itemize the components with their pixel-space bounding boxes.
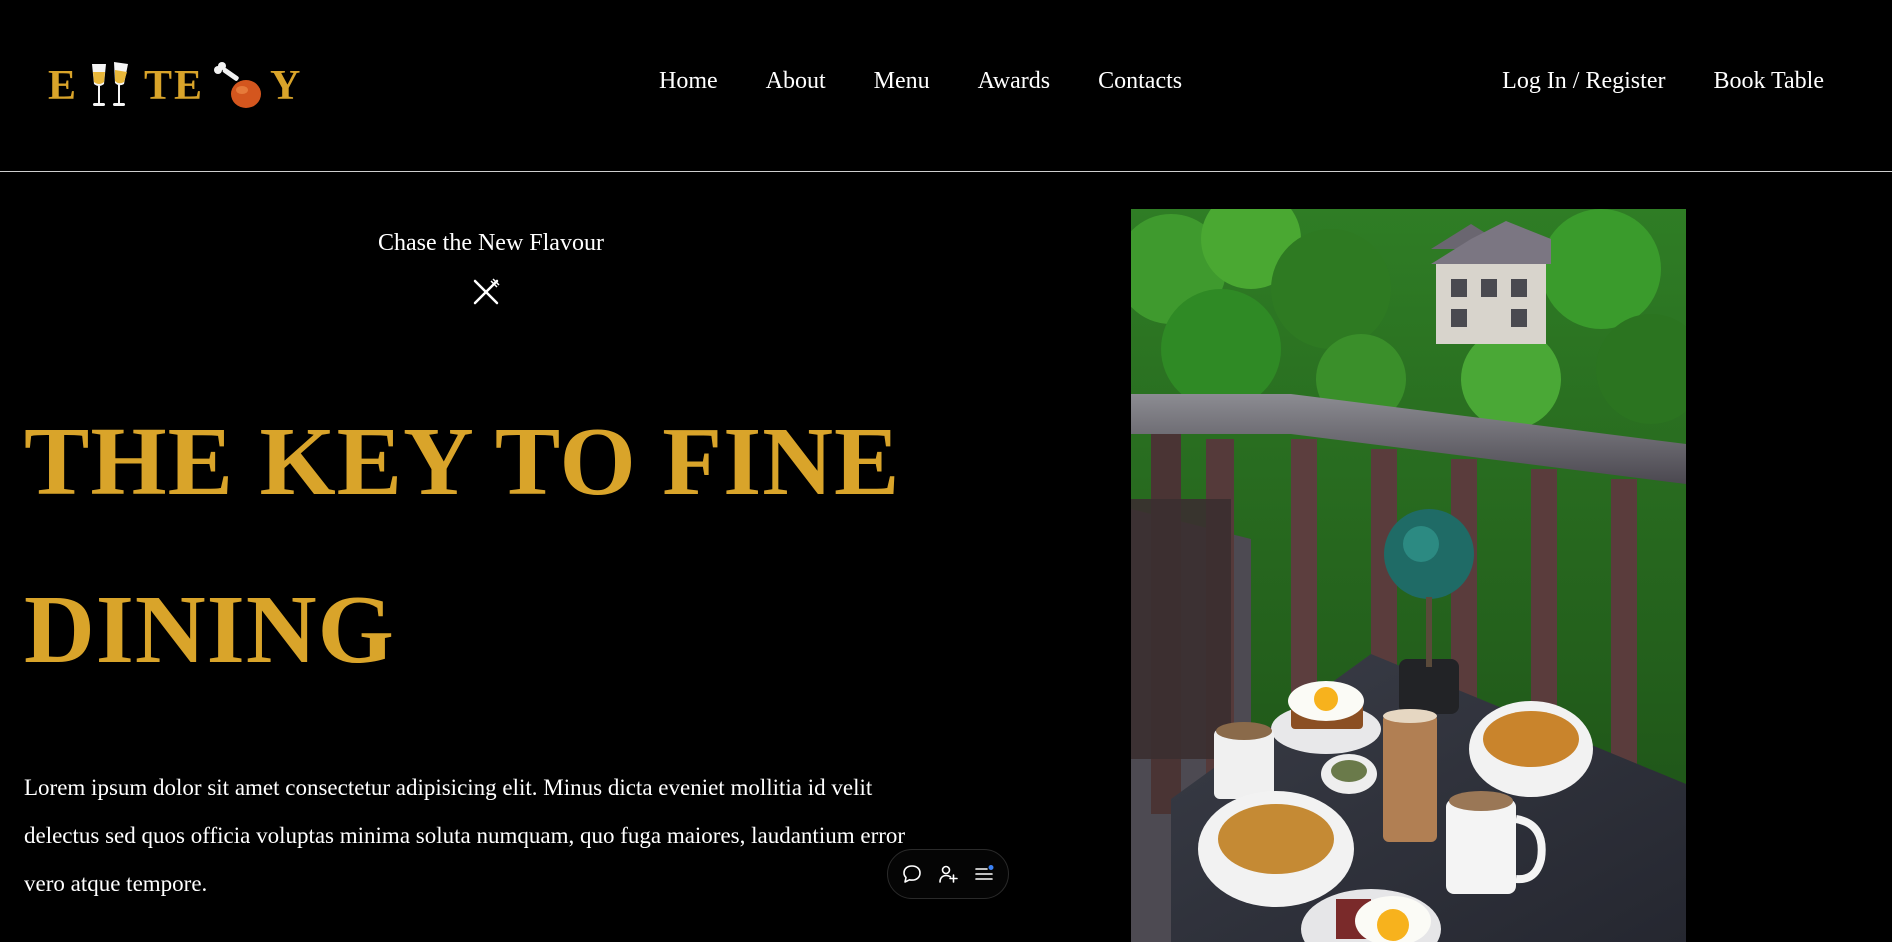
hero-description: Lorem ipsum dolor sit amet consectetur a… xyxy=(24,775,906,896)
logo-letter-y: Y xyxy=(270,63,303,109)
add-user-icon[interactable] xyxy=(936,862,960,886)
menu-notification-icon[interactable] xyxy=(972,862,996,886)
hero-photo-balcony-breakfast xyxy=(1131,209,1686,942)
nav-contacts[interactable]: Contacts xyxy=(1098,68,1182,95)
book-table-link[interactable]: Book Table xyxy=(1713,68,1824,95)
site-header: E TE Y Home About Menu Awards Contacts L… xyxy=(0,0,1892,172)
account-nav: Log In / Register Book Table xyxy=(1502,68,1824,95)
logo-letter-te: TE xyxy=(144,63,205,109)
cheers-glasses-icon xyxy=(88,58,134,114)
nav-about[interactable]: About xyxy=(766,68,826,95)
logo-letter-e: E xyxy=(48,63,79,109)
nav-menu[interactable]: Menu xyxy=(874,68,930,95)
nav-awards[interactable]: Awards xyxy=(978,68,1050,95)
hero-headline-line-2: DINING xyxy=(24,576,395,684)
nav-home[interactable]: Home xyxy=(659,68,718,95)
floating-toolbar xyxy=(887,849,1009,899)
hero-tagline: Chase the New Flavour xyxy=(378,230,604,256)
chat-icon[interactable] xyxy=(900,862,924,886)
chicken-drumstick-icon xyxy=(214,58,262,114)
main-nav: Home About Menu Awards Contacts xyxy=(659,68,1182,95)
login-register-link[interactable]: Log In / Register xyxy=(1502,68,1665,95)
brand-logo[interactable]: E TE Y xyxy=(48,56,302,116)
hero-headline: THE KEY TO FINE DINING xyxy=(24,378,1024,714)
hero-headline-line-1: THE KEY TO FINE xyxy=(24,408,901,516)
fork-knife-icon xyxy=(470,276,502,308)
